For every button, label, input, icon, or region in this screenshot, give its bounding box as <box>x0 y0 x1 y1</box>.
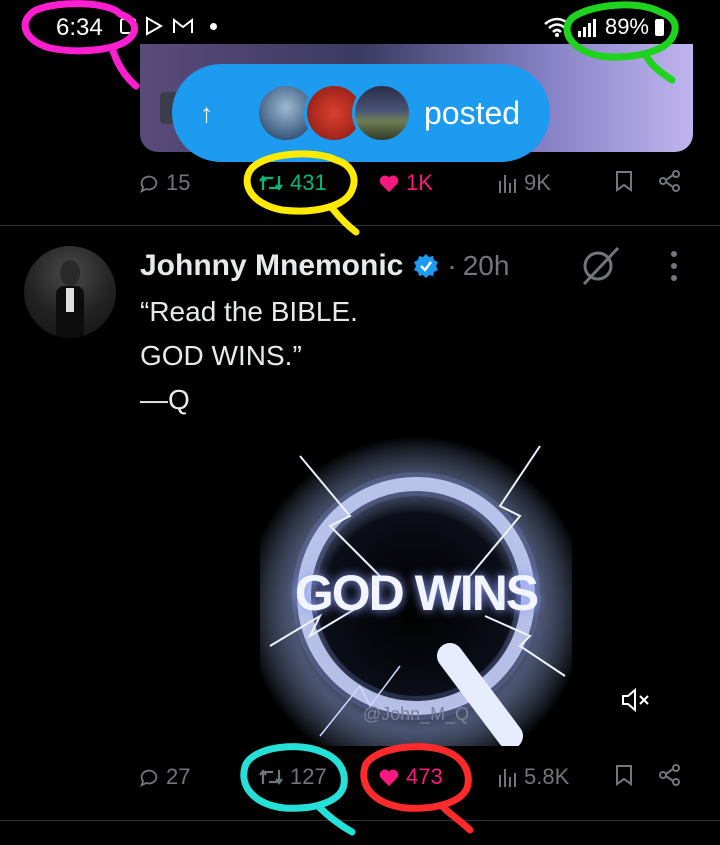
share-icon <box>659 764 680 786</box>
like-count: 1K <box>406 170 433 195</box>
tweet-actions: 27 127 473 5.8K <box>138 764 698 804</box>
like-icon <box>379 175 399 193</box>
divider <box>0 820 720 821</box>
play-store-icon <box>146 16 164 36</box>
verified-icon <box>414 254 439 278</box>
more-notifications-dot <box>210 22 217 30</box>
bookmark-button[interactable] <box>614 170 634 192</box>
tweet-text: “Read the BIBLE. GOD WINS.” —Q <box>140 296 358 415</box>
reply-button[interactable]: 15 <box>138 170 190 196</box>
like-count: 473 <box>406 764 443 789</box>
battery-percent: 89% <box>604 14 649 39</box>
avatar-figure-head <box>60 260 80 286</box>
views-icon <box>499 769 516 787</box>
tweet-media[interactable]: GOD WINS @John_M_Q <box>260 436 572 746</box>
reply-icon <box>140 769 158 788</box>
views-button[interactable]: 5.8K <box>498 764 569 790</box>
reply-count: 27 <box>166 764 191 789</box>
share-button[interactable] <box>658 170 682 192</box>
status-right: 89% <box>543 14 664 40</box>
battery-icon <box>655 18 664 36</box>
up-arrow-icon: ↑ <box>200 97 213 128</box>
views-count: 9K <box>524 170 551 195</box>
repost-count: 431 <box>290 170 327 195</box>
more-icon[interactable] <box>664 246 684 286</box>
views-count: 5.8K <box>524 764 570 789</box>
reply-icon <box>140 175 158 194</box>
tweet-header: Johnny Mnemonic · 20h <box>140 244 509 288</box>
divider <box>0 225 720 226</box>
like-button[interactable]: 473 <box>378 764 443 790</box>
like-button[interactable]: 1K <box>378 170 433 196</box>
grok-icon[interactable] <box>578 244 622 288</box>
reply-button[interactable]: 27 <box>138 764 190 790</box>
repost-button[interactable]: 431 <box>258 170 327 196</box>
repost-icon <box>259 769 283 785</box>
author-name[interactable]: Johnny Mnemonic <box>140 249 403 283</box>
repost-icon <box>259 175 283 191</box>
author-avatar[interactable] <box>24 246 116 338</box>
toast-avatars <box>256 83 412 143</box>
avatar <box>352 83 412 143</box>
media-overlay-text: GOD WINS <box>294 565 539 621</box>
previous-post-actions: 15 431 1K 9K <box>138 170 698 210</box>
notification-box-icon <box>120 18 136 34</box>
gmail-icon <box>173 17 193 33</box>
notification-icons <box>120 16 217 36</box>
wifi-icon <box>544 17 570 37</box>
header-separator: · <box>447 250 457 281</box>
share-icon <box>659 170 680 192</box>
views-icon <box>499 175 516 193</box>
status-time: 6:34 <box>56 14 103 41</box>
bookmark-icon <box>616 765 632 786</box>
bookmark-icon <box>616 171 632 192</box>
like-icon <box>379 769 399 787</box>
new-posts-toast[interactable]: ↑ posted <box>172 64 550 162</box>
signal-icon <box>577 19 596 37</box>
mute-icon[interactable] <box>620 686 652 714</box>
post-age[interactable]: 20h <box>463 250 510 282</box>
reply-count: 15 <box>166 170 191 195</box>
toast-label: posted <box>424 94 521 131</box>
repost-count: 127 <box>290 764 327 789</box>
bookmark-button[interactable] <box>614 764 634 786</box>
media-watermark: @John_M_Q <box>362 704 470 724</box>
share-button[interactable] <box>658 764 682 786</box>
views-button[interactable]: 9K <box>498 170 551 196</box>
repost-button[interactable]: 127 <box>258 764 327 790</box>
avatar-figure-shirt <box>66 288 74 312</box>
